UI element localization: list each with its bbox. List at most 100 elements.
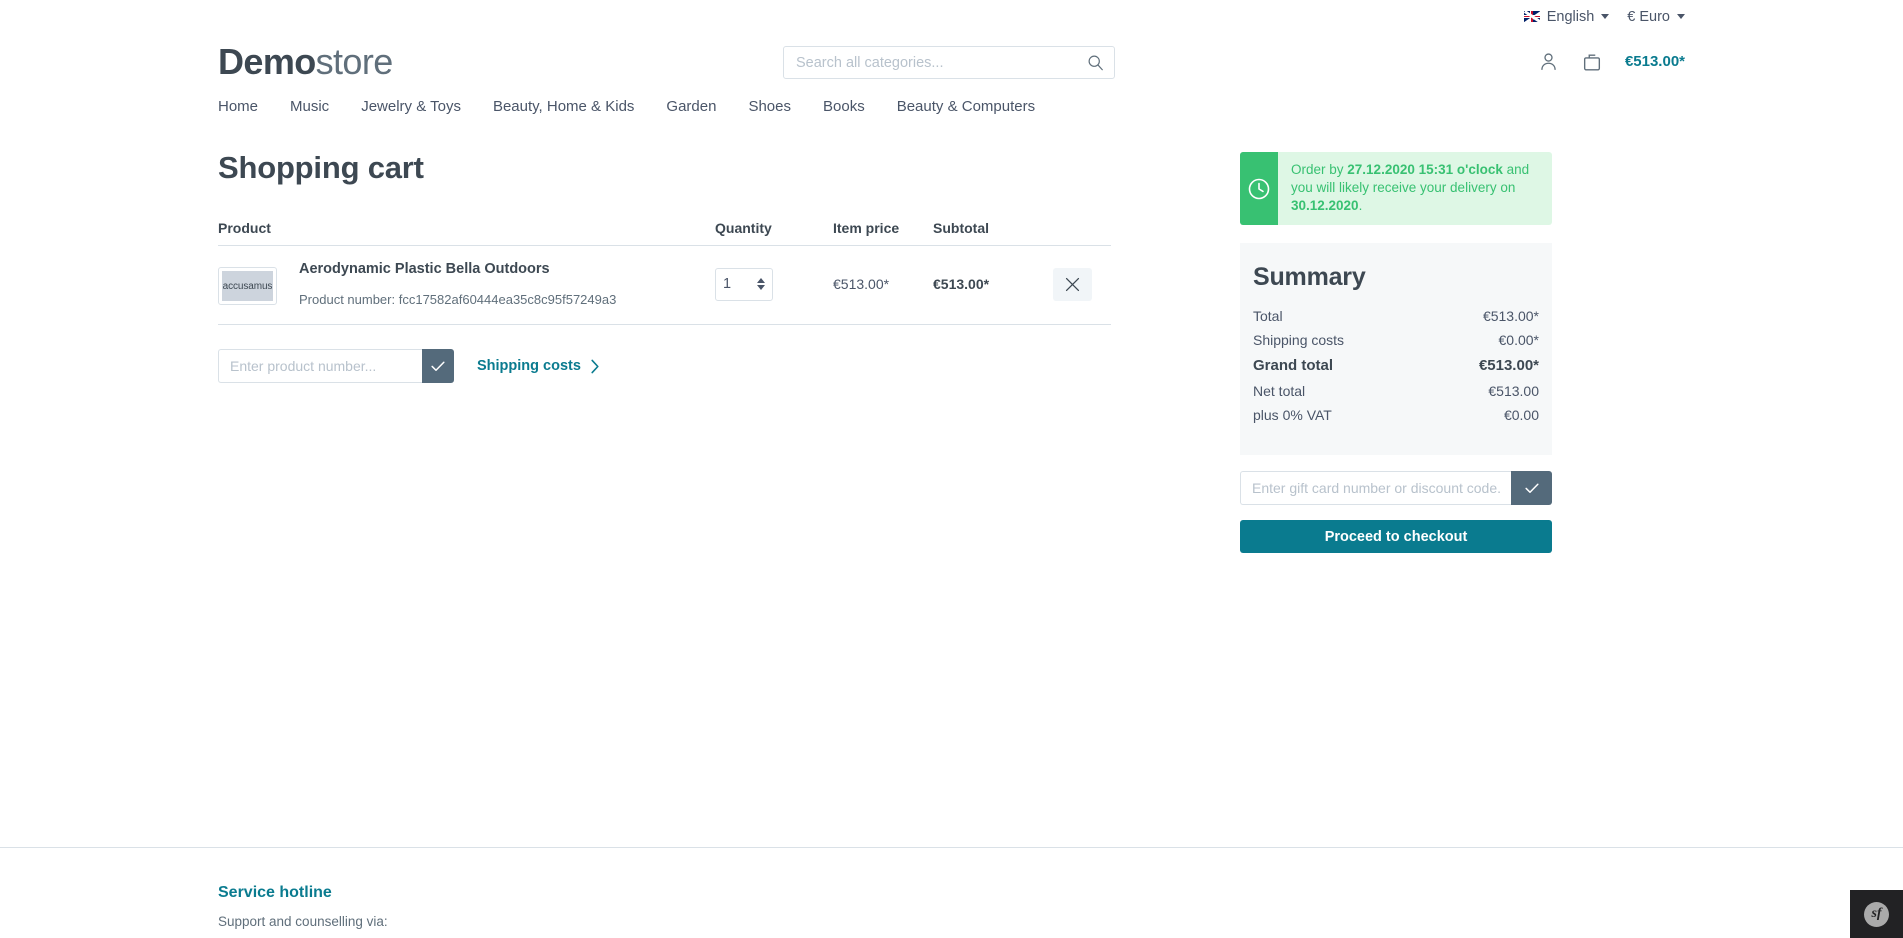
cart-table-header: Product Quantity Item price Subtotal — [218, 220, 1111, 246]
search-input[interactable] — [783, 46, 1115, 79]
summary-value-shipping: €0.00* — [1498, 332, 1539, 348]
main-navigation: Home Music Jewelry & Toys Beauty, Home &… — [0, 90, 1903, 122]
page-title: Shopping cart — [218, 150, 424, 185]
language-selector[interactable]: English — [1523, 8, 1610, 25]
shopping-bag-icon — [1583, 53, 1600, 70]
symfony-logo-icon: sf — [1864, 901, 1889, 927]
summary-row-net-total: Net total €513.00 — [1253, 379, 1539, 403]
footer-service-hotline-text: Support and counselling via: — [218, 914, 388, 929]
cart-item-subtotal: €513.00* — [933, 276, 990, 292]
nav-item-music[interactable]: Music — [290, 98, 329, 115]
add-product-number-group — [218, 349, 454, 383]
cart-actions-row: Shipping costs — [218, 349, 1111, 383]
quantity-value: 1 — [723, 276, 732, 292]
column-header-item-price: Item price — [833, 220, 900, 236]
nav-item-shoes[interactable]: Shoes — [748, 98, 791, 115]
summary-label-grand-total: Grand total — [1253, 357, 1334, 374]
logo-bold-text: Demo — [218, 40, 316, 82]
footer-service-hotline-title[interactable]: Service hotline — [218, 884, 1685, 902]
header-actions: €513.00* — [1538, 33, 1685, 90]
language-label: English — [1546, 8, 1595, 25]
currency-label: € Euro — [1627, 8, 1670, 25]
shipping-costs-link[interactable]: Shipping costs — [477, 358, 600, 374]
proceed-to-checkout-button[interactable]: Proceed to checkout — [1240, 520, 1552, 553]
cart-column: Shopping cart Product Quantity Item pric… — [218, 122, 1111, 383]
notice-suffix: . — [1358, 197, 1363, 213]
add-product-submit-button[interactable] — [422, 349, 454, 383]
top-utility-bar: English € Euro — [0, 0, 1903, 33]
clock-icon — [1248, 178, 1270, 199]
column-header-quantity: Quantity — [715, 220, 772, 236]
summary-label-total: Total — [1253, 308, 1283, 324]
summary-label-net-total: Net total — [1253, 383, 1306, 399]
product-name-link[interactable]: Aerodynamic Plastic Bella Outdoors — [299, 261, 616, 277]
summary-row-vat: plus 0% VAT €0.00 — [1253, 403, 1539, 427]
cart-item-quantity-cell: 1 — [715, 267, 833, 301]
user-account-icon — [1541, 53, 1556, 71]
cart-total-amount[interactable]: €513.00* — [1625, 53, 1685, 70]
chevron-down-icon — [1677, 14, 1685, 19]
summary-value-vat: €0.00 — [1503, 407, 1539, 423]
cart-item-unit-price: €513.00* — [833, 276, 890, 292]
stepper-arrows-icon — [757, 278, 765, 290]
site-footer: Service hotline Support and counselling … — [0, 847, 1903, 929]
logo-light-text: store — [315, 40, 394, 82]
column-header-subtotal: Subtotal — [933, 220, 989, 236]
product-thumbnail-label: accusamus — [222, 271, 273, 301]
summary-title: Summary — [1253, 263, 1366, 291]
nav-item-jewelry-toys[interactable]: Jewelry & Toys — [361, 98, 461, 115]
notice-delivery-date: 30.12.2020 — [1291, 197, 1359, 213]
product-number: Product number: fcc17582af60444ea35c8c95… — [299, 292, 616, 307]
uk-flag-icon — [1523, 11, 1540, 22]
summary-row-grand-total: Grand total €513.00* — [1253, 352, 1539, 379]
chevron-down-icon — [1601, 14, 1610, 19]
gift-card-submit-button[interactable] — [1511, 471, 1552, 505]
cart-button[interactable] — [1581, 51, 1603, 73]
product-thumbnail[interactable]: accusamus — [218, 267, 277, 305]
table-row: accusamus Aerodynamic Plastic Bella Outd… — [218, 246, 1111, 325]
summary-row-total: Total €513.00* — [1253, 304, 1539, 328]
cart-item-product-cell: accusamus Aerodynamic Plastic Bella Outd… — [218, 261, 715, 307]
summary-value-net-total: €513.00 — [1488, 383, 1539, 399]
delivery-notice: Order by 27.12.2020 15:31 o'clock and yo… — [1240, 152, 1552, 225]
nav-item-beauty-home-kids[interactable]: Beauty, Home & Kids — [493, 98, 634, 115]
order-summary-panel: Summary Total €513.00* Shipping costs €0… — [1240, 243, 1552, 455]
checkmark-icon — [431, 361, 445, 371]
summary-label-shipping: Shipping costs — [1253, 332, 1345, 348]
nav-item-home[interactable]: Home — [218, 98, 258, 115]
column-header-product: Product — [218, 220, 271, 236]
shipping-costs-label: Shipping costs — [477, 358, 581, 374]
nav-item-books[interactable]: Books — [823, 98, 865, 115]
search-icon — [1088, 55, 1103, 71]
chevron-right-icon — [591, 359, 599, 373]
product-number-value: fcc17582af60444ea35c8c95f57249a3 — [398, 292, 617, 307]
summary-row-shipping: Shipping costs €0.00* — [1253, 328, 1539, 352]
delivery-notice-icon-area — [1240, 152, 1278, 225]
checkmark-icon — [1524, 483, 1539, 493]
nav-item-garden[interactable]: Garden — [666, 98, 716, 115]
remove-item-button[interactable] — [1053, 267, 1092, 301]
site-logo[interactable]: Demostore — [218, 40, 394, 82]
delivery-notice-text: Order by 27.12.2020 15:31 o'clock and yo… — [1278, 152, 1552, 225]
summary-label-vat: plus 0% VAT — [1253, 407, 1332, 423]
cart-sidebar: Order by 27.12.2020 15:31 o'clock and yo… — [1240, 152, 1552, 553]
search-button[interactable] — [1079, 46, 1111, 79]
product-number-input[interactable] — [218, 349, 422, 383]
product-info: Aerodynamic Plastic Bella Outdoors Produ… — [299, 261, 616, 307]
nav-item-beauty-computers[interactable]: Beauty & Computers — [897, 98, 1035, 115]
close-x-icon — [1065, 277, 1080, 291]
search-box — [783, 46, 1115, 79]
currency-selector[interactable]: € Euro — [1627, 9, 1685, 25]
page-body: Shopping cart Product Quantity Item pric… — [0, 122, 1903, 553]
product-number-label: Product number: — [299, 292, 396, 307]
summary-value-grand-total: €513.00* — [1478, 357, 1539, 374]
symfony-debug-toolbar[interactable]: sf — [1850, 890, 1903, 938]
gift-card-group — [1240, 471, 1552, 505]
account-button[interactable] — [1538, 51, 1559, 72]
cart-item-remove-cell — [1053, 267, 1111, 301]
summary-value-total: €513.00* — [1482, 308, 1539, 324]
notice-order-deadline: 27.12.2020 15:31 o'clock — [1347, 162, 1503, 177]
gift-card-input[interactable] — [1240, 471, 1511, 505]
quantity-stepper[interactable]: 1 — [715, 267, 773, 301]
notice-prefix: Order by — [1291, 162, 1348, 177]
